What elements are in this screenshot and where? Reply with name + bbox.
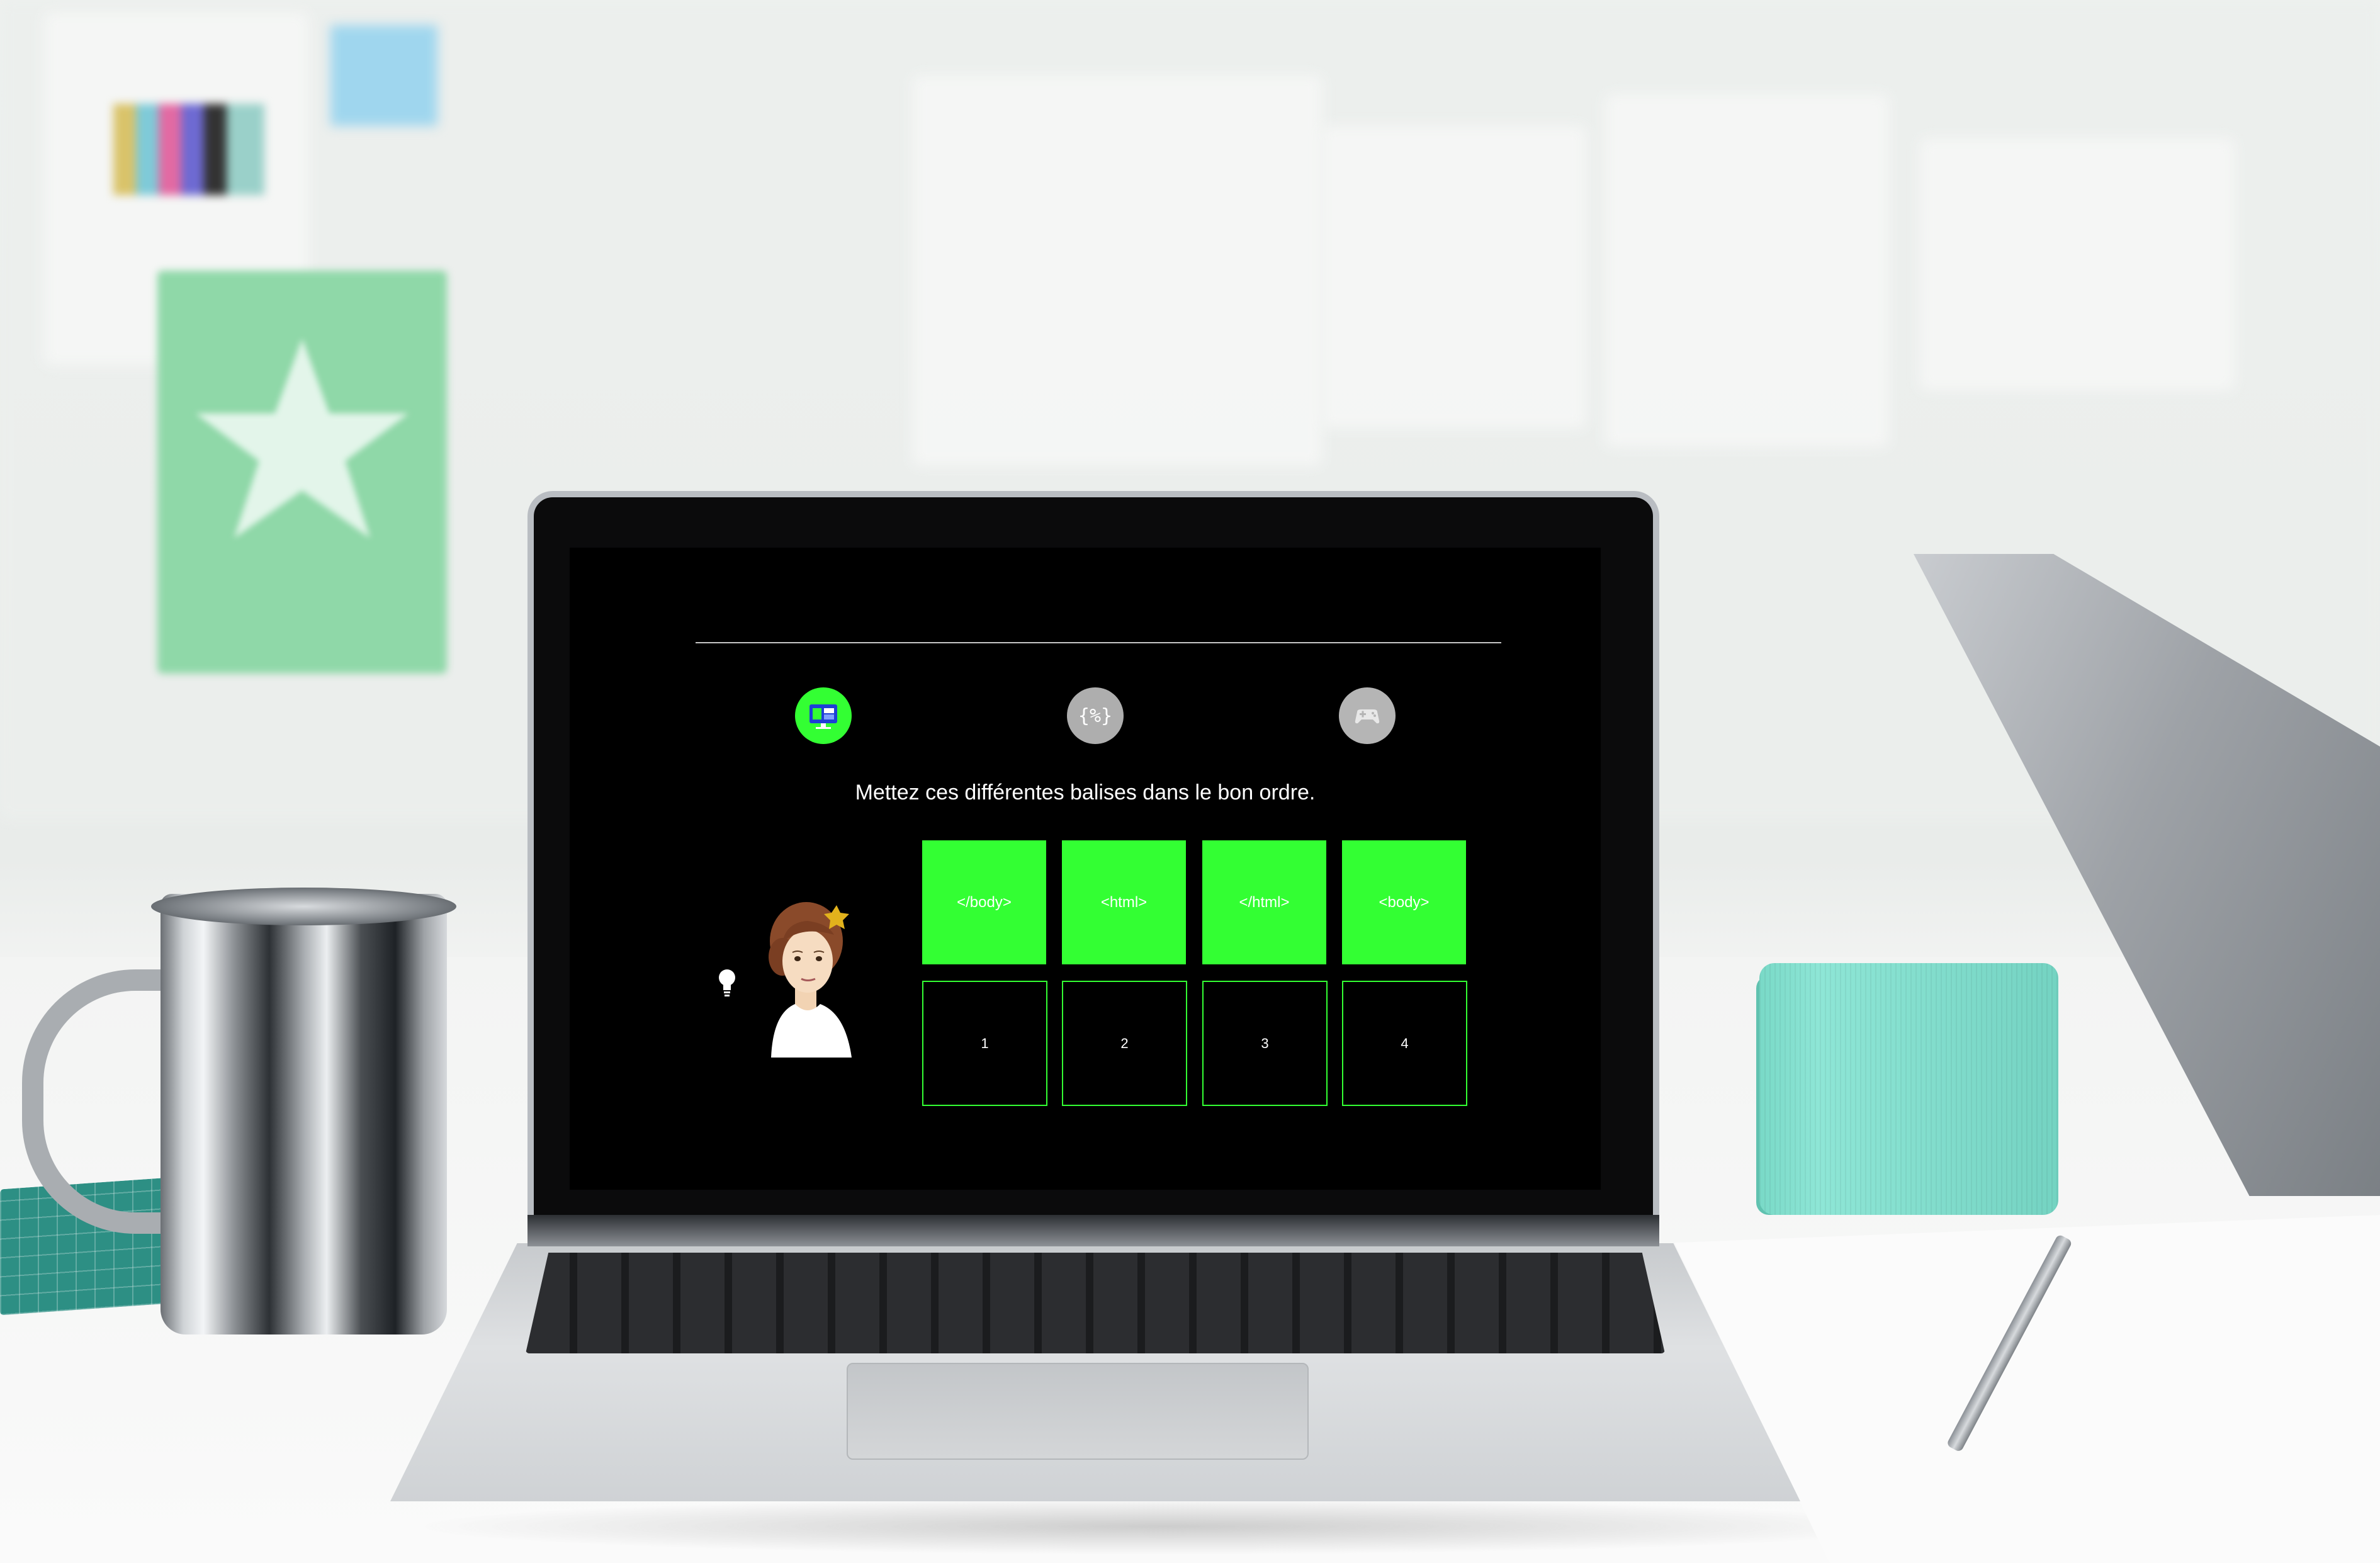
tag-tile-2[interactable]: <html> xyxy=(1062,840,1186,964)
speaker xyxy=(1759,963,2058,1215)
instruction-text: Mettez ces différentes balises dans le b… xyxy=(855,781,1316,804)
app-screen: {%} Mettez ces différentes balises dans … xyxy=(570,548,1601,1190)
lightbulb-icon[interactable] xyxy=(714,966,740,998)
color-tape-strip xyxy=(113,104,264,195)
layout-icon xyxy=(809,704,837,729)
keyboard xyxy=(526,1253,1665,1353)
drop-slot-3[interactable]: 3 xyxy=(1202,981,1328,1106)
star-icon xyxy=(195,339,409,538)
drop-slot-2[interactable]: 2 xyxy=(1062,981,1187,1106)
metal-mug xyxy=(161,894,447,1334)
drop-slot-4[interactable]: 4 xyxy=(1342,981,1467,1106)
svg-text:{%}: {%} xyxy=(1078,705,1112,727)
top-nav xyxy=(696,600,1501,612)
character-avatar xyxy=(769,902,852,1058)
gamepad-icon xyxy=(1355,709,1380,724)
sticky-note xyxy=(330,25,437,126)
nav-divider xyxy=(696,642,1501,643)
tag-tile-4[interactable]: <body> xyxy=(1342,840,1466,964)
step-game[interactable] xyxy=(1339,687,1396,744)
step-code[interactable]: {%} xyxy=(1067,687,1124,744)
tag-tile-3[interactable]: </html> xyxy=(1202,840,1326,964)
laptop-hinge xyxy=(527,1215,1659,1246)
step-html-active[interactable] xyxy=(795,687,852,744)
code-braces-icon: {%} xyxy=(1078,705,1112,727)
drop-slot-1[interactable]: 1 xyxy=(922,981,1047,1106)
trackpad xyxy=(847,1363,1309,1460)
tag-tile-1[interactable]: </body> xyxy=(922,840,1046,964)
